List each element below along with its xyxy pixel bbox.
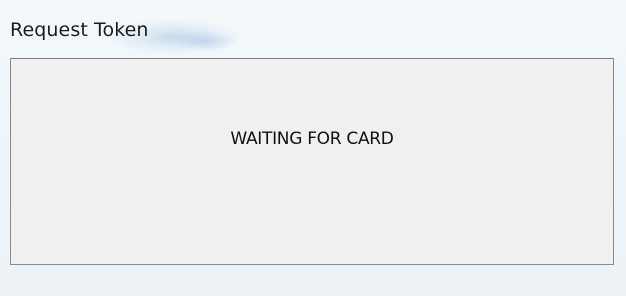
window-title: Request Token	[10, 19, 149, 41]
title-glow-decoration-secondary	[175, 32, 235, 50]
waiting-status-label: WAITING FOR CARD	[230, 129, 394, 149]
request-token-window: Request Token WAITING FOR CARD	[0, 0, 626, 296]
card-status-panel: WAITING FOR CARD	[10, 58, 614, 265]
